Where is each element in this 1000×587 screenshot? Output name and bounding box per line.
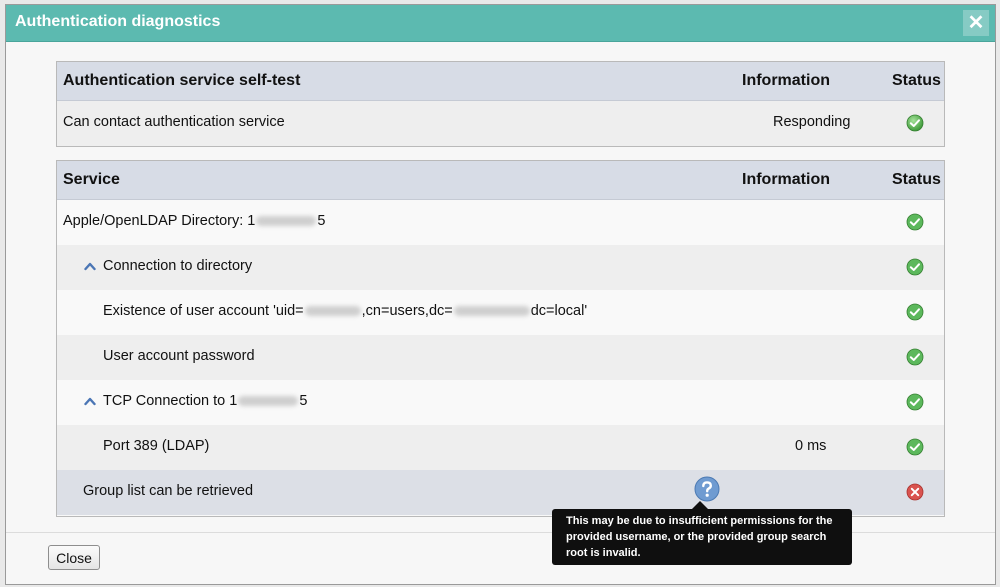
row-label: Connection to directory bbox=[103, 258, 253, 274]
services-header-row: Service Information Status bbox=[57, 161, 944, 200]
table-row: User account password bbox=[57, 335, 944, 380]
help-tooltip: This may be due to insufficient permissi… bbox=[552, 501, 852, 565]
row-information: 0 ms bbox=[795, 438, 827, 454]
row-label: Can contact authentication service bbox=[63, 114, 285, 130]
check-circle-icon bbox=[906, 258, 924, 276]
row-label: User account password bbox=[103, 348, 255, 364]
table-row: TCP Connection to 1 5 bbox=[57, 380, 944, 425]
check-circle-icon bbox=[906, 393, 924, 411]
check-circle-icon bbox=[906, 303, 924, 321]
self-test-header-name: Authentication service self-test bbox=[63, 72, 301, 89]
table-row: Can contact authentication service Respo… bbox=[57, 101, 944, 146]
chevron-up-icon[interactable] bbox=[84, 261, 96, 271]
redacted-text bbox=[238, 396, 299, 407]
close-dialog-icon[interactable]: ✕ bbox=[963, 10, 989, 36]
question-circle-icon[interactable] bbox=[694, 476, 720, 502]
row-label: TCP Connection to 1 5 bbox=[103, 393, 307, 409]
row-label-suffix: dc=local' bbox=[530, 303, 588, 319]
row-label-suffix: 5 bbox=[299, 393, 308, 409]
row-label: Existence of user account 'uid= ,cn=users… bbox=[103, 303, 587, 319]
check-circle-icon bbox=[906, 438, 924, 456]
redacted-text bbox=[256, 216, 317, 227]
self-test-header-row: Authentication service self-test Informa… bbox=[57, 62, 944, 101]
row-label: Apple/OpenLDAP Directory: 1 5 bbox=[63, 213, 325, 229]
check-circle-icon bbox=[906, 348, 924, 366]
chevron-up-icon[interactable] bbox=[84, 396, 96, 406]
redacted-text bbox=[453, 306, 530, 317]
services-table: Service Information Status Apple/OpenLDA… bbox=[56, 160, 945, 517]
row-information: Responding bbox=[773, 114, 851, 130]
row-label-prefix: Existence of user account 'uid= bbox=[103, 303, 304, 319]
close-button[interactable]: Close bbox=[48, 545, 100, 570]
row-label: Group list can be retrieved bbox=[83, 483, 254, 499]
table-row: Existence of user account 'uid= ,cn=users… bbox=[57, 290, 944, 335]
table-row: Apple/OpenLDAP Directory: 1 5 bbox=[57, 200, 944, 245]
self-test-table: Authentication service self-test Informa… bbox=[56, 61, 945, 147]
x-circle-icon bbox=[906, 483, 924, 501]
dialog-title: Authentication diagnostics bbox=[15, 13, 221, 30]
services-header-information: Information bbox=[742, 171, 830, 188]
row-label-prefix: TCP Connection to 1 bbox=[103, 393, 238, 409]
services-header-status: Status bbox=[892, 171, 941, 188]
self-test-header-information: Information bbox=[742, 72, 830, 89]
check-circle-icon bbox=[906, 213, 924, 231]
row-label: Port 389 (LDAP) bbox=[103, 438, 210, 454]
dialog-titlebar: Authentication diagnostics ✕ bbox=[6, 5, 995, 42]
check-circle-icon bbox=[906, 114, 924, 132]
services-header-name: Service bbox=[63, 171, 120, 188]
redacted-text bbox=[304, 306, 361, 317]
authentication-diagnostics-dialog: Authentication diagnostics ✕ Authenticat… bbox=[5, 4, 996, 585]
row-label-prefix: Apple/OpenLDAP Directory: 1 bbox=[63, 213, 256, 229]
row-label-suffix: 5 bbox=[317, 213, 326, 229]
table-row: Port 389 (LDAP) 0 ms bbox=[57, 425, 944, 470]
row-label-mid: ,cn=users,dc= bbox=[361, 303, 453, 319]
table-row: Connection to directory bbox=[57, 245, 944, 290]
self-test-header-status: Status bbox=[892, 72, 941, 89]
